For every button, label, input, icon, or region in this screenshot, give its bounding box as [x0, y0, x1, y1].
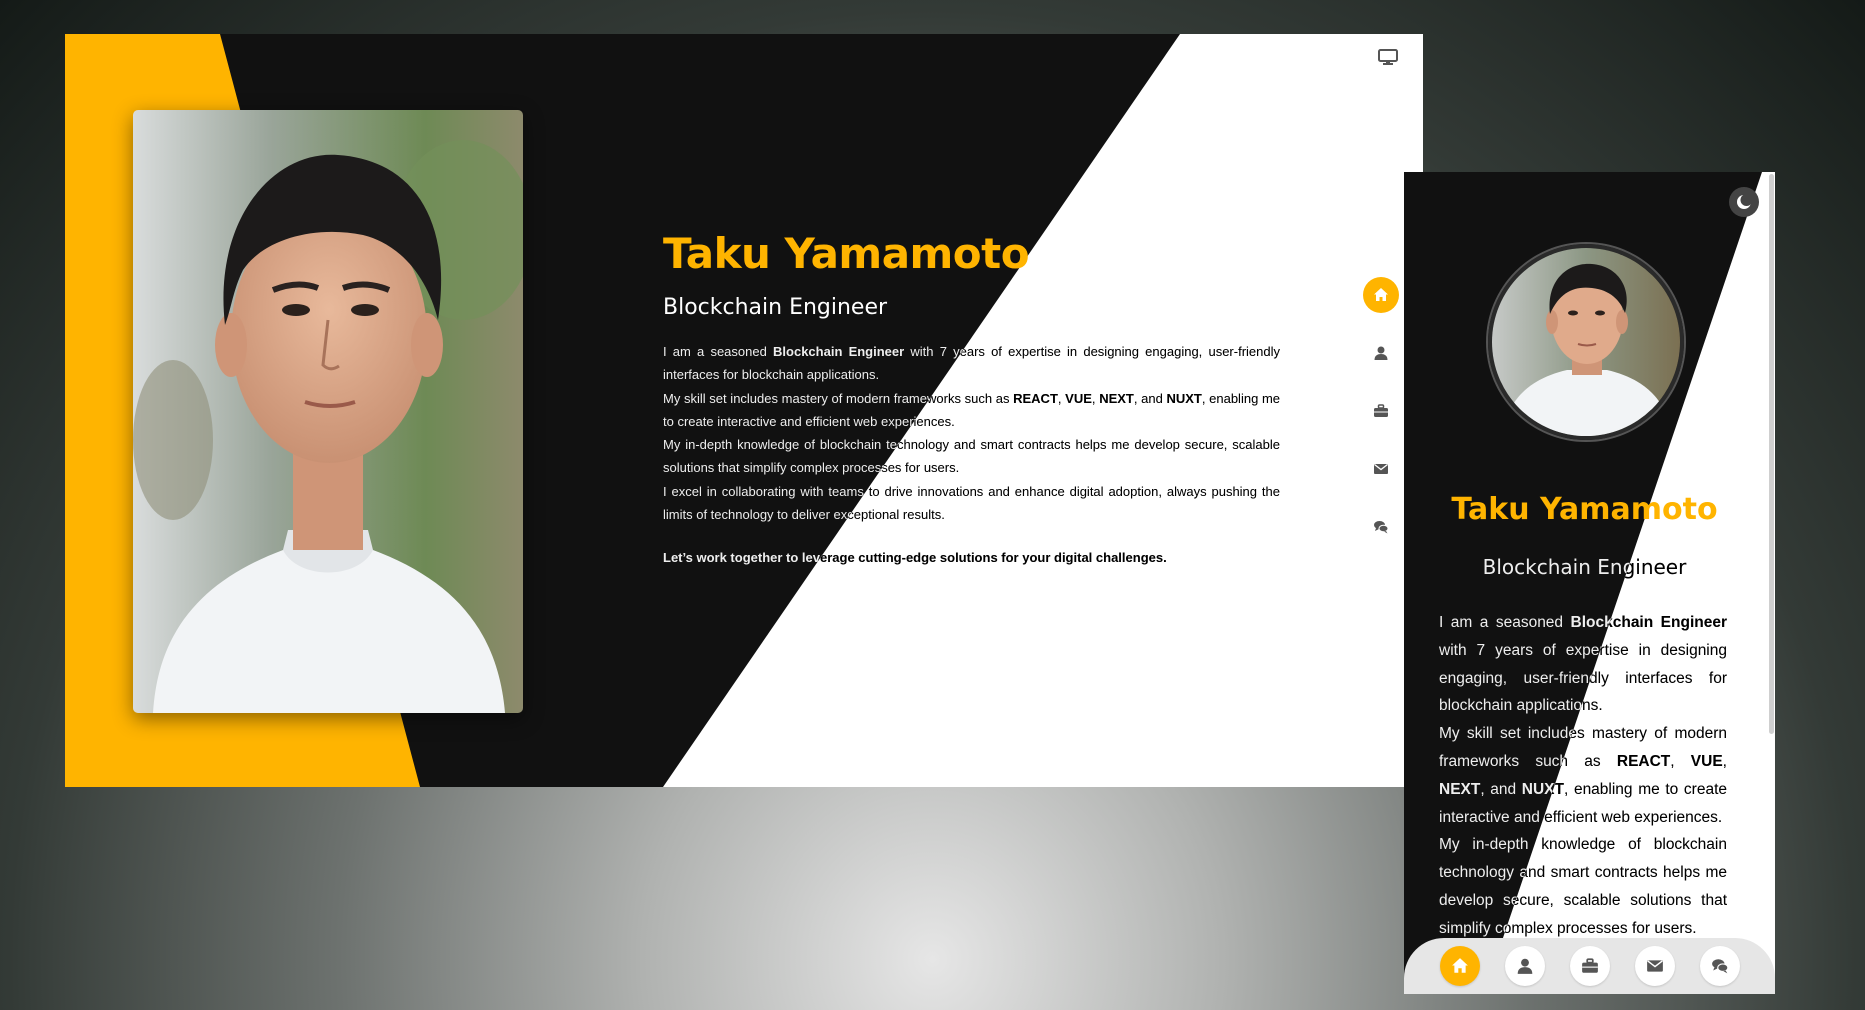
hero-bio: I am a seasoned Blockchain Engineer with…: [663, 344, 1281, 523]
home-icon: [1451, 958, 1468, 973]
desktop-display-icon[interactable]: [1378, 49, 1398, 65]
mobile-hero-name: Taku Yamamoto: [1451, 492, 1718, 527]
mobile-scrollbar[interactable]: [1769, 174, 1774, 734]
home-icon: [1374, 288, 1388, 301]
portrait-image: [133, 110, 523, 713]
profile-portrait: [133, 110, 523, 713]
envelope-icon: [1374, 463, 1388, 474]
hero-role: Blockchain Engineer: [663, 295, 888, 320]
user-icon: [1517, 958, 1532, 974]
mobile-preview: Taku Yamamoto Blockchain Engineer I am a…: [1404, 172, 1775, 994]
envelope-icon: [1646, 960, 1663, 972]
side-navigation: [1363, 277, 1399, 567]
briefcase-icon: [1374, 404, 1388, 417]
avatar-image: [1492, 248, 1680, 436]
mobile-nav-blog-button[interactable]: [1699, 946, 1740, 986]
comments-icon: [1374, 521, 1389, 534]
desktop-preview: Taku Yamamoto Blockchain Engineer I am a…: [65, 34, 1423, 787]
hero-call-to-action: Let’s work together to leverage cutting-…: [663, 550, 1167, 566]
nav-about-button[interactable]: [1363, 335, 1399, 371]
nav-portfolio-button[interactable]: [1363, 393, 1399, 429]
hero-content: Taku Yamamoto Blockchain Engineer I am a…: [663, 229, 1281, 566]
mobile-nav-about-button[interactable]: [1504, 946, 1545, 986]
mobile-nav-home-button[interactable]: [1439, 946, 1480, 986]
nav-home-button[interactable]: [1363, 277, 1399, 313]
mobile-nav-contact-button[interactable]: [1634, 946, 1675, 986]
nav-blog-button[interactable]: [1363, 509, 1399, 545]
mobile-bottom-navigation: [1404, 938, 1775, 994]
user-icon: [1374, 346, 1388, 360]
mobile-hero-role: Blockchain Engineer: [1482, 555, 1687, 579]
mobile-avatar: [1488, 244, 1684, 440]
hero-name: Taku Yamamoto: [663, 229, 1030, 278]
theme-toggle-icon: [1737, 194, 1753, 209]
mobile-nav-portfolio-button[interactable]: [1569, 946, 1610, 986]
briefcase-icon: [1581, 958, 1598, 973]
comments-icon: [1711, 959, 1728, 974]
nav-contact-button[interactable]: [1363, 451, 1399, 487]
mobile-hero-bio: I am a seasoned Blockchain Engineer with…: [1439, 614, 1728, 992]
theme-toggle-button[interactable]: [1729, 187, 1759, 217]
